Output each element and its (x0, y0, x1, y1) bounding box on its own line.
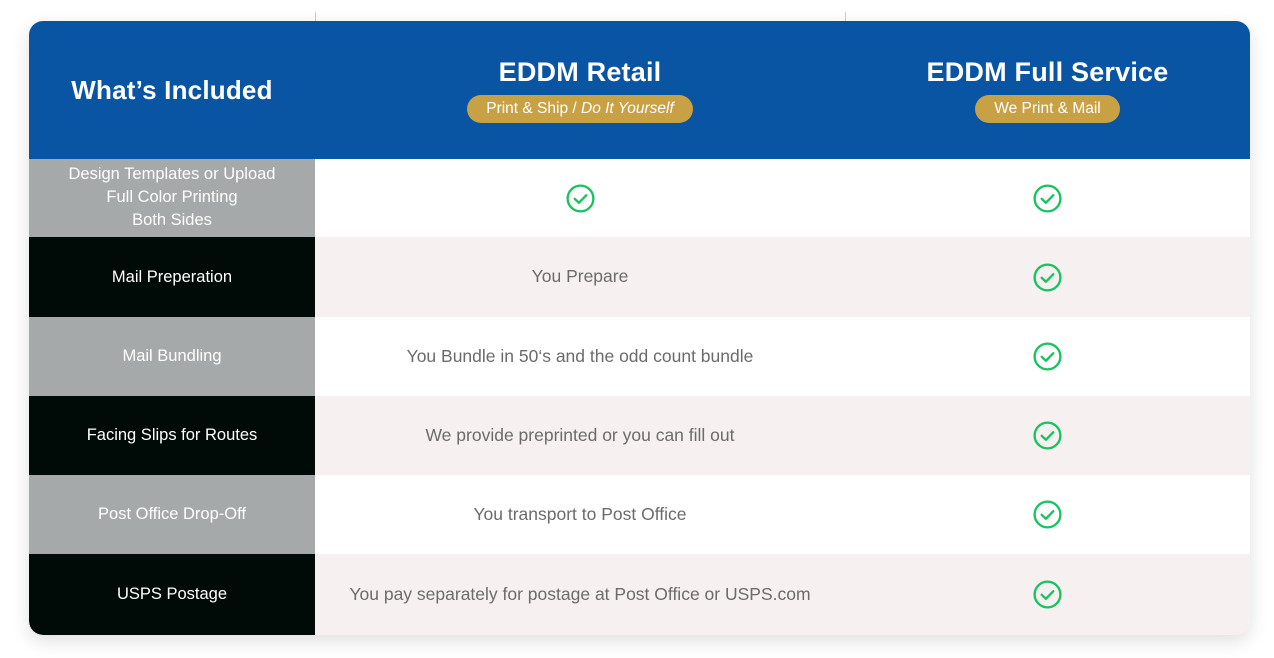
check-circle-icon (1033, 342, 1062, 371)
check-circle-icon (1033, 500, 1062, 529)
badge-eddm-full-service: We Print & Mail (975, 94, 1120, 124)
cell-full-service-mail-preperation (845, 237, 1250, 317)
table-body: Design Templates or Upload Full Color Pr… (29, 159, 1250, 635)
table-row: Post Office Drop-Off You transport to Po… (29, 475, 1250, 554)
row-label-facing-slips: Facing Slips for Routes (29, 396, 315, 475)
header-cell-included: What’s Included (29, 21, 315, 159)
check-circle-icon (1033, 183, 1062, 213)
cell-retail-mail-preperation: You Prepare (315, 237, 845, 317)
check-circle-icon (1033, 421, 1062, 450)
column-title-eddm-retail: EDDM Retail (498, 56, 662, 87)
row-label-mail-bundling: Mail Bundling (29, 317, 315, 396)
row-label-usps-postage: USPS Postage (29, 554, 315, 635)
table-row: Mail Preperation You Prepare (29, 237, 1250, 317)
table-header: What’s Included EDDM Retail Print & Ship… (29, 21, 1250, 159)
cell-full-service-mail-bundling (845, 317, 1250, 396)
badge-eddm-retail-main: Print & Ship / (486, 99, 581, 117)
badge-eddm-full-service-main: We Print & Mail (994, 99, 1101, 117)
row-label-design-templates: Design Templates or Upload Full Color Pr… (29, 159, 315, 237)
header-cell-eddm-retail: EDDM Retail Print & Ship / Do It Yoursel… (315, 21, 845, 159)
cell-full-service-usps-postage (845, 554, 1250, 635)
badge-eddm-retail: Print & Ship / Do It Yourself (467, 94, 693, 124)
page-title: What’s Included (71, 74, 273, 105)
cell-full-service-facing-slips (845, 396, 1250, 475)
row-label-post-office-drop-off: Post Office Drop-Off (29, 475, 315, 554)
check-circle-icon (565, 183, 595, 213)
row-label-line-3: Both Sides (132, 210, 212, 229)
cell-retail-usps-postage: You pay separately for postage at Post O… (315, 554, 845, 635)
table-row: Design Templates or Upload Full Color Pr… (29, 159, 1250, 237)
table-row: Facing Slips for Routes We provide prepr… (29, 396, 1250, 475)
column-title-eddm-full-service: EDDM Full Service (926, 56, 1169, 87)
row-label-line-1: Design Templates or Upload (68, 165, 276, 183)
row-label-line-2: Full Color Printing (106, 187, 238, 206)
header-cell-eddm-full-service: EDDM Full Service We Print & Mail (845, 21, 1250, 159)
table-row: USPS Postage You pay separately for post… (29, 554, 1250, 635)
check-circle-icon (1033, 580, 1062, 609)
badge-eddm-retail-italic: Do It Yourself (581, 99, 674, 117)
cell-retail-mail-bundling: You Bundle in 50‘s and the odd count bun… (315, 317, 845, 396)
table-row: Mail Bundling You Bundle in 50‘s and the… (29, 317, 1250, 396)
cell-full-service-design-templates (845, 159, 1250, 237)
cell-retail-facing-slips: We provide preprinted or you can fill ou… (315, 396, 845, 475)
page-root: What’s Included EDDM Retail Print & Ship… (0, 0, 1274, 658)
cell-retail-post-office-drop-off: You transport to Post Office (315, 475, 845, 554)
cell-retail-design-templates (315, 159, 845, 237)
row-label-mail-preperation: Mail Preperation (29, 237, 315, 317)
comparison-table-card: What’s Included EDDM Retail Print & Ship… (29, 21, 1250, 635)
cell-full-service-post-office-drop-off (845, 475, 1250, 554)
check-circle-icon (1033, 262, 1062, 292)
